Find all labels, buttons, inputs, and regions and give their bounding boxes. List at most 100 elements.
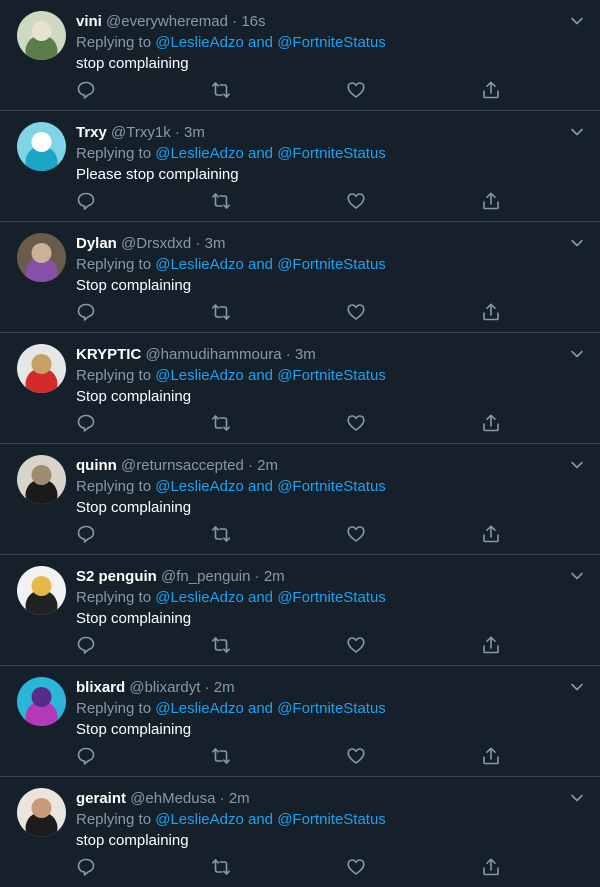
mention-link-1[interactable]: @LeslieAdzo xyxy=(155,589,244,606)
mention-link-2[interactable]: @FortniteStatus xyxy=(277,700,386,717)
replying-to-line: Replying to @LeslieAdzo and @FortniteSta… xyxy=(76,143,560,164)
like-icon[interactable] xyxy=(346,191,368,213)
user-handle[interactable]: @Trxy1k xyxy=(111,124,171,141)
chevron-down-icon[interactable] xyxy=(570,680,584,694)
display-name[interactable]: Dylan xyxy=(76,235,117,252)
reply-icon[interactable] xyxy=(76,857,98,879)
like-icon[interactable] xyxy=(346,524,368,546)
chevron-down-icon[interactable] xyxy=(570,347,584,361)
display-name[interactable]: Trxy xyxy=(76,124,107,141)
tweet[interactable]: geraint @ehMedusa · 2m Replying to @Lesl… xyxy=(0,777,600,887)
avatar[interactable] xyxy=(17,344,66,393)
user-handle[interactable]: @returnsaccepted xyxy=(121,457,244,474)
mention-link-2[interactable]: @FortniteStatus xyxy=(277,256,386,273)
reply-icon[interactable] xyxy=(76,302,98,324)
reply-icon[interactable] xyxy=(76,413,98,435)
share-icon[interactable] xyxy=(481,302,503,324)
mention-link-1[interactable]: @LeslieAdzo xyxy=(155,811,244,828)
avatar[interactable] xyxy=(17,788,66,837)
avatar[interactable] xyxy=(17,566,66,615)
reply-icon[interactable] xyxy=(76,191,98,213)
tweet[interactable]: KRYPTIC @hamudihammoura · 3m Replying to… xyxy=(0,333,600,444)
tweet[interactable]: Dylan @Drsxdxd · 3m Replying to @LeslieA… xyxy=(0,222,600,333)
display-name[interactable]: quinn xyxy=(76,457,117,474)
tweet[interactable]: Trxy @Trxy1k · 3m Replying to @LeslieAdz… xyxy=(0,111,600,222)
timestamp[interactable]: 2m xyxy=(229,790,250,807)
like-icon[interactable] xyxy=(346,857,368,879)
timestamp[interactable]: 16s xyxy=(241,13,265,30)
tweet-text: Stop complaining xyxy=(76,277,192,294)
user-handle[interactable]: @ehMedusa xyxy=(130,790,215,807)
chevron-down-icon[interactable] xyxy=(570,125,584,139)
reply-icon[interactable] xyxy=(76,524,98,546)
display-name[interactable]: blixard xyxy=(76,679,125,696)
display-name[interactable]: vini xyxy=(76,13,102,30)
share-icon[interactable] xyxy=(481,746,503,768)
reply-icon[interactable] xyxy=(76,80,98,102)
like-icon[interactable] xyxy=(346,80,368,102)
timestamp[interactable]: 2m xyxy=(214,679,235,696)
timestamp[interactable]: 2m xyxy=(264,568,285,585)
retweet-icon[interactable] xyxy=(211,635,233,657)
share-icon[interactable] xyxy=(481,191,503,213)
mention-link-1[interactable]: @LeslieAdzo xyxy=(155,256,244,273)
chevron-down-icon[interactable] xyxy=(570,791,584,805)
chevron-down-icon[interactable] xyxy=(570,569,584,583)
mention-link-2[interactable]: @FortniteStatus xyxy=(277,478,386,495)
chevron-down-icon[interactable] xyxy=(570,236,584,250)
reply-icon[interactable] xyxy=(76,635,98,657)
reply-icon[interactable] xyxy=(76,746,98,768)
avatar[interactable] xyxy=(17,122,66,171)
avatar[interactable] xyxy=(17,677,66,726)
mention-link-2[interactable]: @FortniteStatus xyxy=(277,145,386,162)
like-icon[interactable] xyxy=(346,413,368,435)
timestamp[interactable]: 3m xyxy=(205,235,226,252)
display-name[interactable]: KRYPTIC xyxy=(76,346,141,363)
display-name[interactable]: S2 penguin xyxy=(76,568,157,585)
mention-link-2[interactable]: @FortniteStatus xyxy=(277,367,386,384)
timestamp[interactable]: 3m xyxy=(295,346,316,363)
timestamp[interactable]: 2m xyxy=(257,457,278,474)
retweet-icon[interactable] xyxy=(211,302,233,324)
share-icon[interactable] xyxy=(481,857,503,879)
user-handle[interactable]: @blixardyt xyxy=(129,679,200,696)
user-handle[interactable]: @hamudihammoura xyxy=(145,346,281,363)
retweet-icon[interactable] xyxy=(211,524,233,546)
chevron-down-icon[interactable] xyxy=(570,458,584,472)
tweet-content: Trxy @Trxy1k · 3m Replying to @LeslieAdz… xyxy=(76,123,560,185)
like-icon[interactable] xyxy=(346,746,368,768)
retweet-icon[interactable] xyxy=(211,857,233,879)
retweet-icon[interactable] xyxy=(211,413,233,435)
mention-link-2[interactable]: @FortniteStatus xyxy=(277,589,386,606)
user-handle[interactable]: @Drsxdxd xyxy=(121,235,191,252)
share-icon[interactable] xyxy=(481,413,503,435)
display-name[interactable]: geraint xyxy=(76,790,126,807)
retweet-icon[interactable] xyxy=(211,80,233,102)
mention-link-1[interactable]: @LeslieAdzo xyxy=(155,34,244,51)
retweet-icon[interactable] xyxy=(211,191,233,213)
tweet[interactable]: vini @everywheremad · 16s Replying to @L… xyxy=(0,0,600,111)
mention-conjunction: and xyxy=(248,145,274,162)
mention-link-1[interactable]: @LeslieAdzo xyxy=(155,145,244,162)
share-icon[interactable] xyxy=(481,524,503,546)
tweet[interactable]: S2 penguin @fn_penguin · 2m Replying to … xyxy=(0,555,600,666)
avatar[interactable] xyxy=(17,233,66,282)
like-icon[interactable] xyxy=(346,635,368,657)
mention-link-1[interactable]: @LeslieAdzo xyxy=(155,478,244,495)
mention-link-1[interactable]: @LeslieAdzo xyxy=(155,700,244,717)
mention-link-2[interactable]: @FortniteStatus xyxy=(277,34,386,51)
like-icon[interactable] xyxy=(346,302,368,324)
avatar[interactable] xyxy=(17,11,66,60)
retweet-icon[interactable] xyxy=(211,746,233,768)
tweet[interactable]: blixard @blixardyt · 2m Replying to @Les… xyxy=(0,666,600,777)
mention-link-2[interactable]: @FortniteStatus xyxy=(277,811,386,828)
share-icon[interactable] xyxy=(481,635,503,657)
tweet[interactable]: quinn @returnsaccepted · 2m Replying to … xyxy=(0,444,600,555)
user-handle[interactable]: @everywheremad xyxy=(106,13,228,30)
chevron-down-icon[interactable] xyxy=(570,14,584,28)
timestamp[interactable]: 3m xyxy=(184,124,205,141)
share-icon[interactable] xyxy=(481,80,503,102)
mention-link-1[interactable]: @LeslieAdzo xyxy=(155,367,244,384)
avatar[interactable] xyxy=(17,455,66,504)
user-handle[interactable]: @fn_penguin xyxy=(161,568,250,585)
